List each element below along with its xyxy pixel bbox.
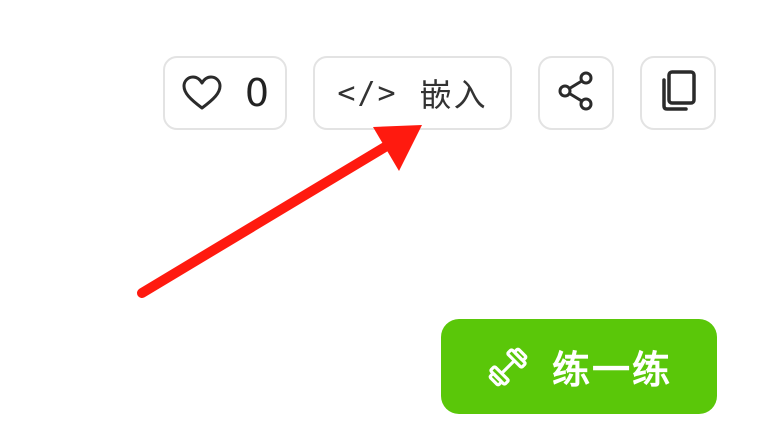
dumbbell-icon xyxy=(486,345,530,389)
page: 0 </> 嵌入 练一练 xyxy=(0,0,762,441)
embed-button[interactable]: </> 嵌入 xyxy=(313,56,512,130)
like-button[interactable]: 0 xyxy=(163,56,287,130)
practice-button[interactable]: 练一练 xyxy=(441,319,717,414)
share-icon xyxy=(556,70,596,116)
like-count: 0 xyxy=(244,71,270,115)
share-button[interactable] xyxy=(538,56,614,130)
copy-button[interactable] xyxy=(640,56,716,130)
practice-label: 练一练 xyxy=(551,348,672,392)
code-icon: </> xyxy=(337,75,398,111)
embed-label: 嵌入 xyxy=(419,76,488,114)
heart-icon xyxy=(181,74,223,112)
copy-icon xyxy=(658,69,698,117)
